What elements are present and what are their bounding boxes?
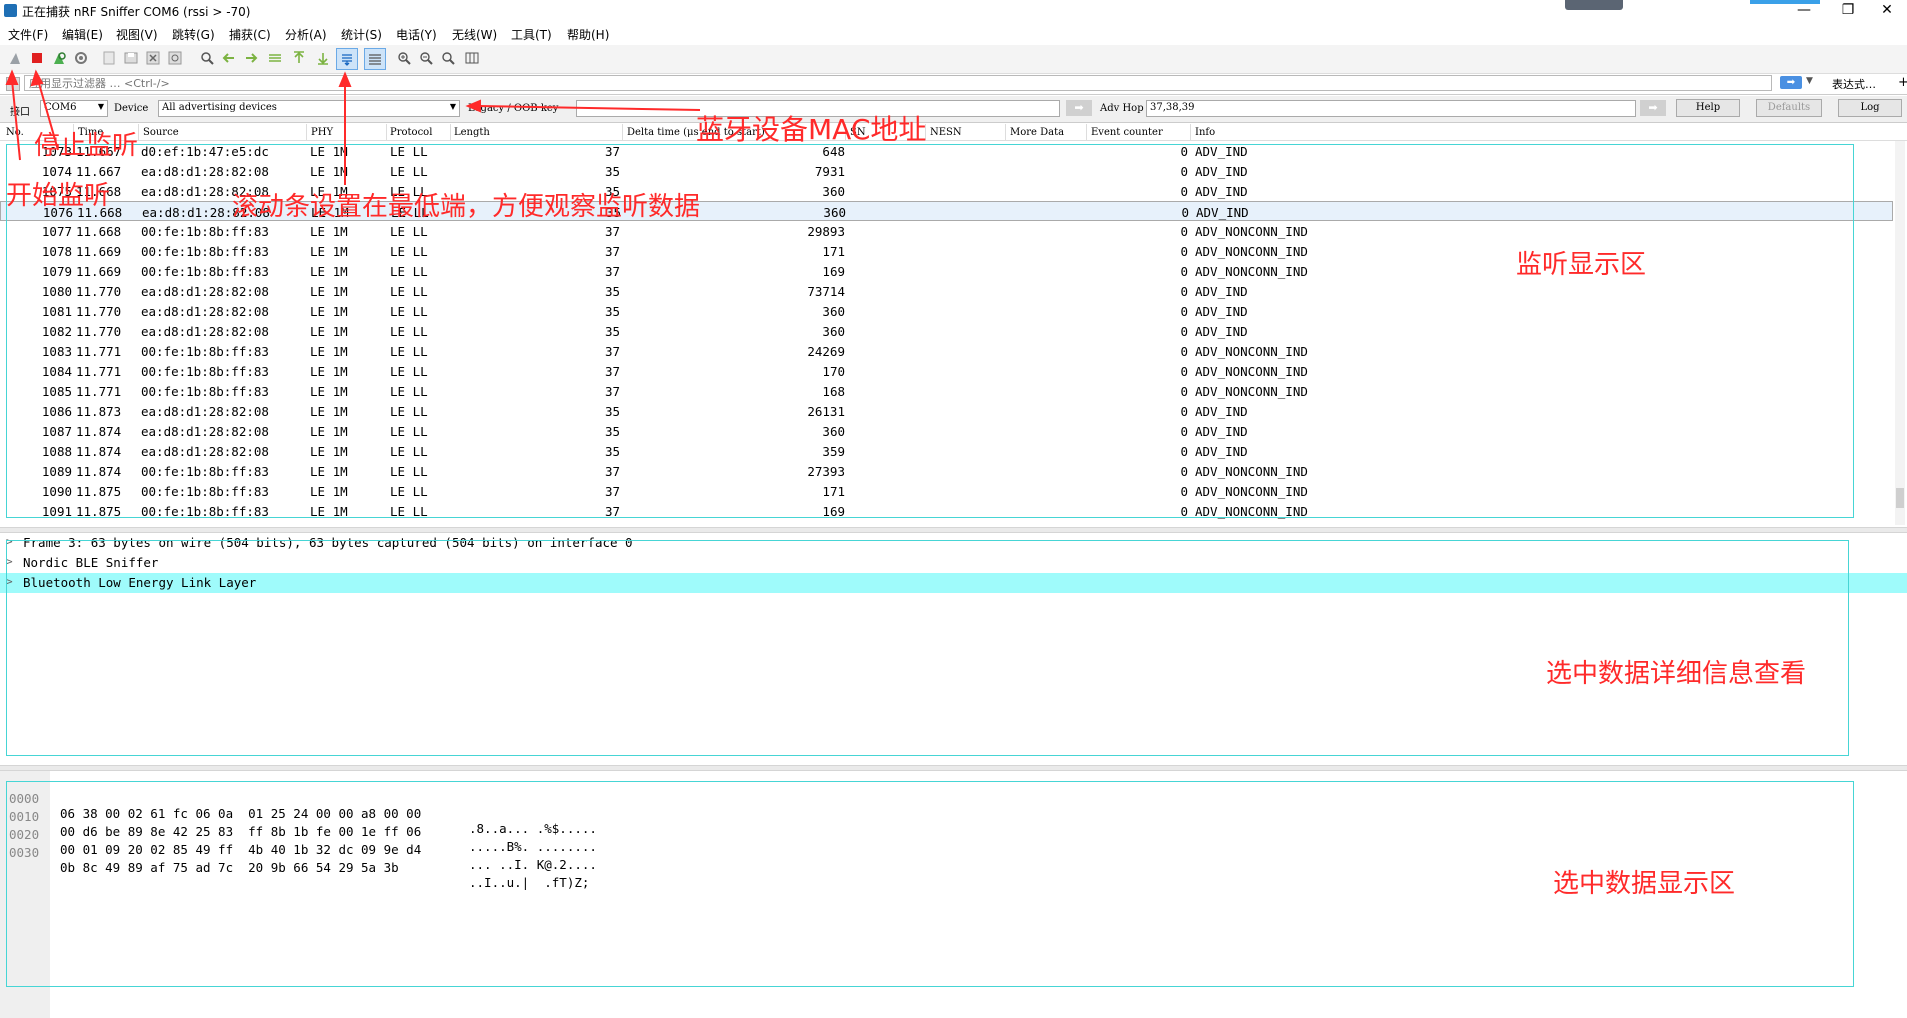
annotation-bytes-area: 选中数据显示区 bbox=[1553, 869, 1736, 899]
annotation-detail-area: 选中数据详细信息查看 bbox=[1546, 659, 1807, 689]
annotation-stop-capture: 停止监听 bbox=[34, 131, 139, 161]
annotation-start-capture: 开始监听 bbox=[6, 181, 111, 211]
annotation-mac-address: 蓝牙设备MAC地址 bbox=[696, 113, 927, 146]
annotation-autoscroll: 滚动条设置在最低端，方便观察监听数据 bbox=[232, 192, 701, 222]
annotation-list-area: 监听显示区 bbox=[1516, 250, 1647, 280]
